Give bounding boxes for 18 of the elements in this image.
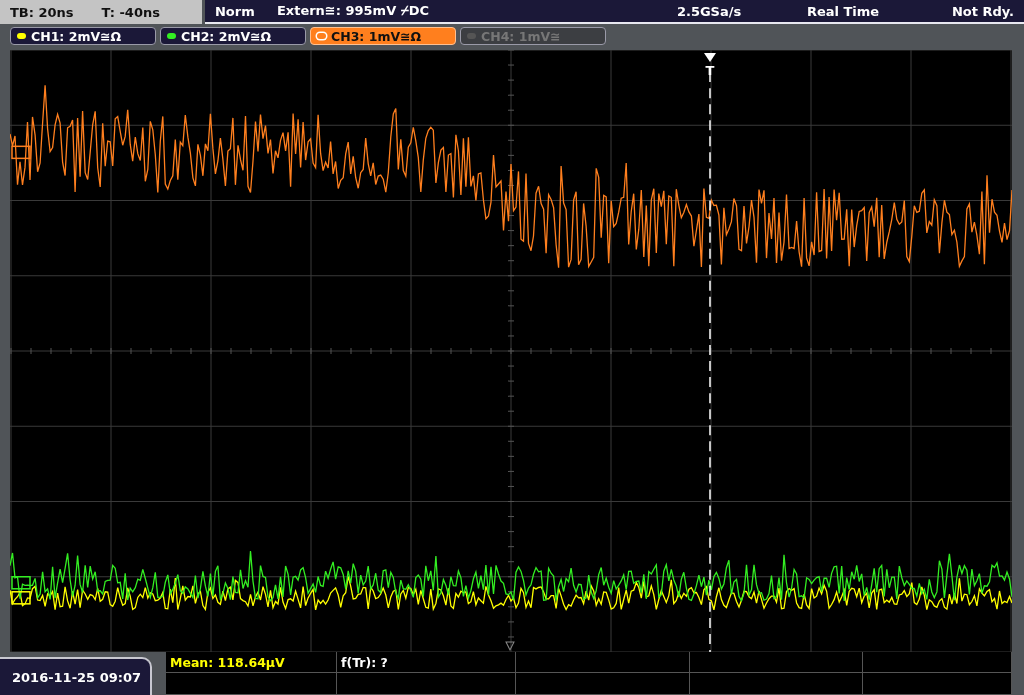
acquisition-label: Real Time (806, 3, 881, 19)
channel-tab[interactable]: CH3: 1mV≅Ω (310, 27, 456, 45)
channel-tab[interactable]: CH1: 2mV≅Ω (10, 27, 156, 45)
date-time-label: 2016-11-25 09:07 (0, 657, 152, 695)
channel-marker-icon[interactable] (11, 576, 31, 590)
channel-tab[interactable]: CH2: 2mV≅Ω (160, 27, 306, 45)
status-label: Not Rdy. (951, 3, 1014, 19)
position-marker-icon (505, 641, 515, 651)
trigger-mode-label: Norm (214, 3, 256, 19)
trigger-source-label: Extern≅: 995mV ⌿DC (276, 3, 431, 19)
trigger-time-label: T: -40ns (101, 4, 160, 20)
measurement-cell: Mean: 118.64µV (166, 652, 337, 673)
trigger-arrow-icon[interactable] (704, 53, 716, 63)
measurement-cell: f(Tr): ? (337, 652, 516, 673)
trigger-marker-label: T (705, 63, 715, 79)
channel-marker-icon[interactable] (11, 145, 31, 160)
timebase-label: TB: 20ns (10, 4, 74, 20)
sample-rate-label: 2.5GSa/s (676, 3, 743, 19)
